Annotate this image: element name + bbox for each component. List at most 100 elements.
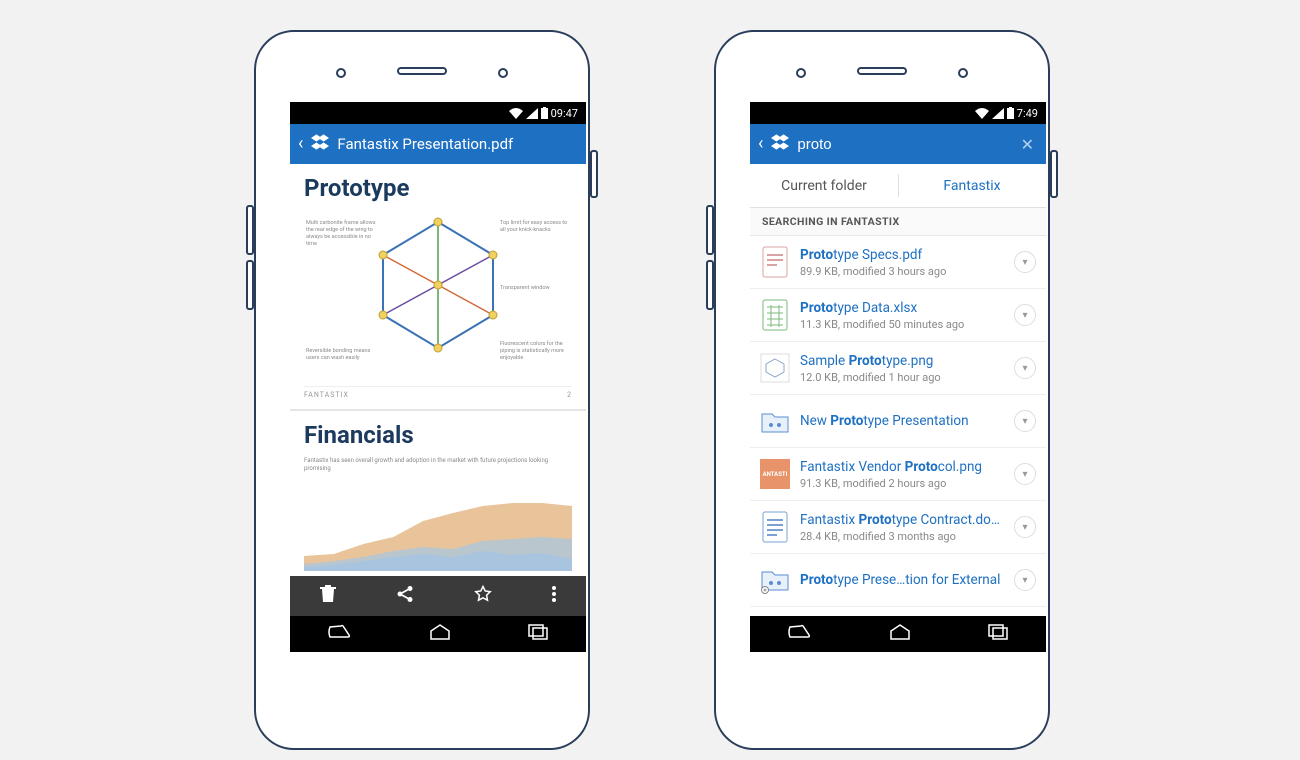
- page1-title: Prototype: [304, 174, 572, 202]
- file-meta: 89.9 KB, modified 3 hours ago: [800, 265, 1004, 278]
- android-nav-bar: [750, 616, 1046, 652]
- file-info: Fantastix Vendor Protocol.png91.3 KB, mo…: [800, 459, 1004, 490]
- phone-body: 7:49 ‹ ✕ Current folder Fantastix SEARCH…: [714, 30, 1050, 750]
- file-info: Prototype Prese…tion for External: [800, 572, 1004, 588]
- file-type-icon: [760, 297, 790, 333]
- phone-right: 7:49 ‹ ✕ Current folder Fantastix SEARCH…: [700, 30, 1064, 750]
- search-result-row[interactable]: ANTASTI Fantastix Vendor Protocol.png91.3…: [750, 448, 1046, 501]
- pdf-footer: FANTASTIX 2: [304, 386, 572, 399]
- financials-area-chart: [304, 481, 572, 571]
- screen-left: 09:47 ‹ Fantastix Presentation.pdf Proto…: [290, 102, 586, 652]
- trash-icon[interactable]: [320, 585, 336, 607]
- phone-left: 09:47 ‹ Fantastix Presentation.pdf Proto…: [240, 30, 604, 750]
- volume-up-button[interactable]: [706, 205, 714, 255]
- nav-home-icon[interactable]: [889, 623, 911, 645]
- battery-icon: [541, 107, 548, 119]
- file-type-icon: ANTASTI: [760, 456, 790, 492]
- clear-search-icon[interactable]: ✕: [1017, 135, 1038, 154]
- share-icon[interactable]: [396, 585, 414, 607]
- chevron-down-icon[interactable]: ▾: [1014, 304, 1036, 326]
- camera-icon: [498, 68, 508, 78]
- search-result-row[interactable]: Prototype Prese…tion for External ▾: [750, 554, 1046, 607]
- wifi-icon: [509, 108, 523, 119]
- search-input[interactable]: [797, 136, 1008, 153]
- hex-label-4: Reversible bonding means users can wash …: [306, 348, 376, 362]
- search-results[interactable]: Prototype Specs.pdf 89.9 KB, modified 3 h…: [750, 236, 1046, 616]
- file-meta: 11.3 KB, modified 50 minutes ago: [800, 318, 1004, 331]
- app-bar: ‹ Fantastix Presentation.pdf: [290, 124, 586, 164]
- dropbox-icon[interactable]: [311, 134, 329, 154]
- volume-down-button[interactable]: [246, 260, 254, 310]
- pdf-page-1: Prototype: [290, 164, 586, 409]
- file-info: New Prototype Presentation: [800, 413, 1004, 429]
- search-result-row[interactable]: New Prototype Presentation ▾: [750, 395, 1046, 448]
- chevron-down-icon[interactable]: ▾: [1014, 463, 1036, 485]
- nav-recent-icon[interactable]: [528, 624, 548, 644]
- file-info: Sample Prototype.png12.0 KB, modified 1 …: [800, 353, 1004, 384]
- chevron-down-icon[interactable]: ▾: [1014, 410, 1036, 432]
- nav-home-icon[interactable]: [429, 623, 451, 645]
- pdf-page-2: Financials Fantastix has seen overall gr…: [290, 411, 586, 576]
- file-name: Sample Prototype.png: [800, 353, 1004, 369]
- footer-page-num: 2: [567, 391, 572, 399]
- nav-back-icon[interactable]: [788, 623, 812, 645]
- back-icon[interactable]: ‹: [758, 135, 763, 153]
- chevron-down-icon[interactable]: ▾: [1014, 516, 1036, 538]
- dropbox-icon[interactable]: [771, 134, 789, 154]
- status-bar: 09:47: [290, 102, 586, 124]
- status-time: 09:47: [551, 107, 578, 120]
- volume-down-button[interactable]: [706, 260, 714, 310]
- file-meta: 28.4 KB, modified 3 months ago: [800, 530, 1004, 543]
- hex-label-1: Multi carbonite frame allows the rear ed…: [306, 220, 376, 249]
- chevron-down-icon[interactable]: ▾: [1014, 251, 1036, 273]
- file-name: Prototype Data.xlsx: [800, 300, 1004, 316]
- star-icon[interactable]: [474, 585, 492, 607]
- earpiece-icon: [857, 67, 907, 75]
- battery-icon: [1007, 107, 1014, 119]
- file-type-icon: [760, 244, 790, 280]
- search-result-row[interactable]: Fantastix Prototype Contract.docx 28.4 KB…: [750, 501, 1046, 554]
- search-app-bar: ‹ ✕: [750, 124, 1046, 164]
- file-name: New Prototype Presentation: [800, 413, 1004, 429]
- action-bar: [290, 576, 586, 616]
- file-name: Prototype Specs.pdf: [800, 247, 1004, 263]
- phone-body: 09:47 ‹ Fantastix Presentation.pdf Proto…: [254, 30, 590, 750]
- page2-subtitle: Fantastix has seen overall growth and ad…: [304, 457, 572, 473]
- search-result-row[interactable]: Sample Prototype.png12.0 KB, modified 1 …: [750, 342, 1046, 395]
- file-info: Fantastix Prototype Contract.docx 28.4 KB…: [800, 512, 1004, 543]
- chevron-down-icon[interactable]: ▾: [1014, 569, 1036, 591]
- chevron-down-icon[interactable]: ▾: [1014, 357, 1036, 379]
- wifi-icon: [975, 108, 989, 119]
- camera-icon: [958, 68, 968, 78]
- file-name: Fantastix Prototype Contract.docx: [800, 512, 1004, 528]
- hexagon-diagram: Multi carbonite frame allows the rear ed…: [304, 210, 572, 380]
- power-button[interactable]: [1050, 150, 1058, 198]
- page2-title: Financials: [304, 421, 572, 449]
- signal-icon: [992, 108, 1004, 119]
- nav-back-icon[interactable]: [328, 623, 352, 645]
- appbar-title: Fantastix Presentation.pdf: [337, 135, 578, 153]
- pdf-viewer[interactable]: Prototype: [290, 164, 586, 576]
- file-name: Prototype Prese…tion for External: [800, 572, 1004, 588]
- section-header: SEARCHING IN FANTASTIX: [750, 208, 1046, 236]
- footer-brand: FANTASTIX: [304, 391, 349, 399]
- android-nav-bar: [290, 616, 586, 652]
- file-type-icon: [760, 509, 790, 545]
- status-bar: 7:49: [750, 102, 1046, 124]
- search-result-row[interactable]: Prototype Specs.pdf 89.9 KB, modified 3 h…: [750, 236, 1046, 289]
- tab-fantastix[interactable]: Fantastix: [898, 164, 1046, 207]
- nav-recent-icon[interactable]: [988, 624, 1008, 644]
- back-icon[interactable]: ‹: [298, 135, 303, 153]
- file-name: Fantastix Vendor Protocol.png: [800, 459, 1004, 475]
- svg-text:ANTASTI: ANTASTI: [763, 471, 788, 478]
- power-button[interactable]: [590, 150, 598, 198]
- more-icon[interactable]: [552, 586, 556, 606]
- hex-label-2: Top limit for easy access to all your kn…: [500, 220, 570, 234]
- search-scope-tabs: Current folder Fantastix: [750, 164, 1046, 208]
- volume-up-button[interactable]: [246, 205, 254, 255]
- file-type-icon: [760, 350, 790, 386]
- tab-current-folder[interactable]: Current folder: [750, 164, 898, 207]
- hex-label-3: Transparent window: [500, 285, 570, 292]
- signal-icon: [526, 108, 538, 119]
- search-result-row[interactable]: Prototype Data.xlsx 11.3 KB, modified 50 …: [750, 289, 1046, 342]
